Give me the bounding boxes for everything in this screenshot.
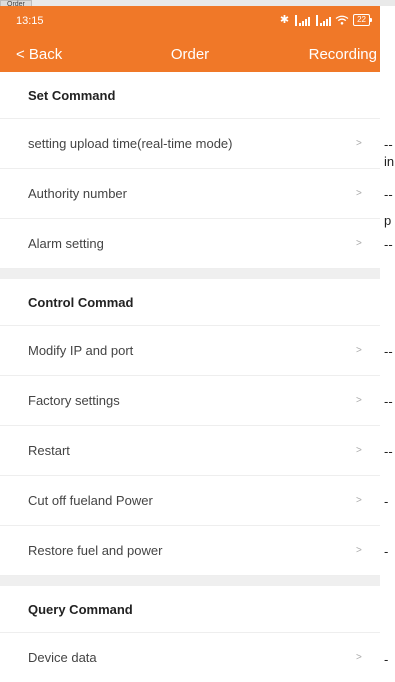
- list-item-setting-upload-time[interactable]: setting upload time(real-time mode) >: [0, 119, 380, 169]
- signal-icon: .: [295, 14, 311, 26]
- list-item-alarm-setting[interactable]: Alarm setting >: [0, 219, 380, 269]
- recording-button[interactable]: Recording: [309, 45, 377, 65]
- list-item-label: Cut off fueland Power: [28, 493, 153, 508]
- chevron-right-icon: >: [356, 495, 362, 506]
- chevron-right-icon: >: [356, 138, 362, 149]
- bluetooth-icon: ✱: [279, 14, 290, 26]
- list-item-label: Modify IP and port: [28, 343, 134, 358]
- status-time: 13:15: [16, 15, 44, 27]
- overflow-text: --: [384, 238, 393, 252]
- overflow-text: -: [384, 545, 389, 559]
- list-item-restore-fuel-power[interactable]: Restore fuel and power >: [0, 526, 380, 576]
- chevron-right-icon: >: [356, 545, 362, 556]
- list-item-label: Factory settings: [28, 393, 120, 408]
- status-icons: ✱ . . 22: [279, 13, 372, 27]
- chevron-right-icon: >: [356, 238, 362, 249]
- overflow-text: --: [384, 395, 393, 409]
- signal-icon: .: [316, 14, 332, 26]
- list-item-label: Authority number: [28, 186, 127, 201]
- list-item-label: Restore fuel and power: [28, 543, 163, 558]
- overflow-text: --: [384, 138, 393, 152]
- list-item-factory-settings[interactable]: Factory settings >: [0, 376, 380, 426]
- list-item-modify-ip-port[interactable]: Modify IP and port >: [0, 326, 380, 376]
- chevron-right-icon: >: [356, 395, 362, 406]
- overflow-text: -: [384, 495, 389, 509]
- section-header-query-command: Query Command: [0, 586, 380, 633]
- list-item-cut-off-fuel-power[interactable]: Cut off fueland Power >: [0, 476, 380, 526]
- overflow-text: -: [384, 653, 389, 667]
- overflow-text: p: [384, 214, 392, 228]
- wifi-icon: [335, 15, 349, 25]
- list-item-device-data[interactable]: Device data >: [0, 633, 380, 682]
- list-item-label: Device data: [28, 650, 97, 665]
- overflow-text: --: [384, 445, 393, 459]
- chevron-right-icon: >: [356, 345, 362, 356]
- chevron-right-icon: >: [356, 188, 362, 199]
- list-item-label: Restart: [28, 443, 70, 458]
- list-item-authority-number[interactable]: Authority number >: [0, 169, 380, 219]
- section-divider: [0, 269, 380, 279]
- list-item-label: setting upload time(real-time mode): [28, 136, 233, 151]
- list-item-label: Alarm setting: [28, 236, 104, 251]
- section-divider: [0, 576, 380, 586]
- section-header-control-command: Control Commad: [0, 279, 380, 326]
- list-item-restart[interactable]: Restart >: [0, 426, 380, 476]
- section-header-set-command: Set Command: [0, 72, 380, 119]
- overflow-text: --: [384, 345, 393, 359]
- battery-icon: 22: [353, 14, 372, 26]
- command-list: Set Command setting upload time(real-tim…: [0, 72, 380, 682]
- chevron-right-icon: >: [356, 652, 362, 663]
- overflow-text: --: [384, 188, 393, 202]
- app-header: 13:15 ✱ . . 22 < Back Order Recording: [0, 6, 380, 72]
- chevron-right-icon: >: [356, 445, 362, 456]
- overflow-text: in: [384, 155, 395, 169]
